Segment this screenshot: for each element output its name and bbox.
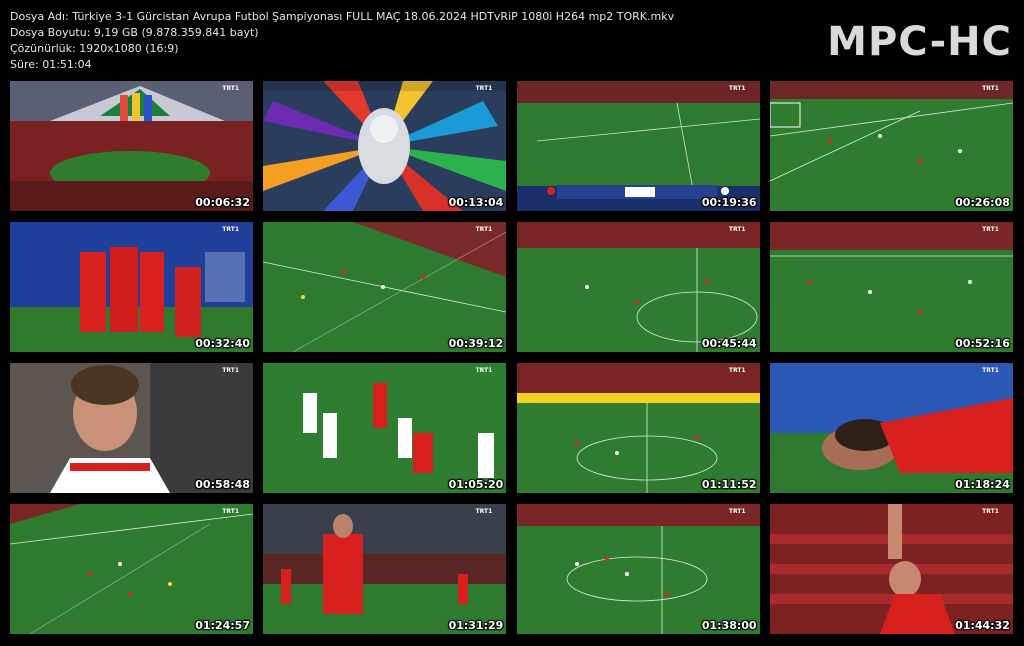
pitch-scene (769, 81, 1013, 211)
thumbnail-9[interactable]: TRT1 00:58:48 (10, 363, 253, 493)
players-scene (263, 363, 507, 493)
thumbnail-4[interactable]: TRT1 00:26:08 (769, 81, 1013, 211)
resolution-line: Çözünürlük: 1920x1080 (16:9) (10, 42, 179, 55)
thumbnail-timestamp: 01:11:52 (701, 478, 757, 491)
channel-tag: TRT1 (222, 508, 239, 515)
channel-tag: TRT1 (222, 226, 239, 233)
channel-tag: TRT1 (728, 226, 746, 233)
stadium-scene (10, 81, 253, 211)
channel-tag: TRT1 (982, 85, 999, 92)
thumbnail-timestamp: 00:39:12 (448, 337, 504, 350)
thumbnail-15[interactable]: TRT1 01:38:00 (516, 504, 760, 634)
pitch-scene (516, 504, 760, 634)
thumbnail-3[interactable]: TRT1 00:19:36 (516, 81, 760, 211)
thumbnail-timestamp: 01:05:20 (448, 478, 504, 491)
thumbnail-timestamp: 00:26:08 (955, 196, 1010, 209)
thumbnail-14[interactable]: TRT1 01:31:29 (263, 504, 507, 634)
thumbnail-timestamp: 01:24:57 (195, 619, 250, 632)
mpc-hc-logo: MPC-HC (827, 19, 1012, 65)
channel-tag: TRT1 (475, 226, 493, 233)
thumbnail-16[interactable]: TRT1 01:44:32 (769, 504, 1013, 634)
thumbnail-8[interactable]: TRT1 00:52:16 (769, 222, 1013, 352)
thumbnail-timestamp: 01:18:24 (955, 478, 1010, 491)
thumbnail-timestamp: 00:19:36 (701, 196, 757, 209)
file-info: Dosya Adı: Türkiye 3-1 Gürcistan Avrupa … (10, 9, 674, 73)
thumbnail-timestamp: 00:32:40 (195, 337, 250, 350)
pitch-scene (516, 81, 760, 211)
channel-tag: TRT1 (982, 226, 999, 233)
pitch-scene (263, 222, 507, 352)
thumbnail-7[interactable]: TRT1 00:45:44 (516, 222, 760, 352)
channel-tag: TRT1 (475, 367, 493, 374)
pitch-scene (10, 504, 253, 634)
file-size-line: Dosya Boyutu: 9,19 GB (9.878.359.841 bay… (10, 26, 259, 39)
thumbnail-timestamp: 00:45:44 (701, 337, 757, 350)
throw-in-scene (263, 504, 507, 634)
thumbnail-13[interactable]: TRT1 01:24:57 (10, 504, 253, 634)
channel-tag: TRT1 (222, 367, 239, 374)
thumbnail-12[interactable]: TRT1 01:18:24 (769, 363, 1013, 493)
thumbnail-11[interactable]: TRT1 01:11:52 (516, 363, 760, 493)
celebration-scene (10, 222, 253, 352)
thumbnail-grid: TRT1 00:06:32 TRT1 00:13:04 TRT1 00:19:3… (10, 81, 1014, 635)
channel-tag: TRT1 (728, 508, 746, 515)
channel-tag: TRT1 (475, 508, 493, 515)
thumbnail-timestamp: 01:31:29 (448, 619, 504, 632)
thumbnail-timestamp: 01:38:00 (701, 619, 757, 632)
crowd-scene (769, 504, 1013, 634)
thumbnail-timestamp: 00:13:04 (448, 196, 504, 209)
channel-tag: TRT1 (728, 367, 746, 374)
thumbnail-timestamp: 00:52:16 (955, 337, 1010, 350)
thumbnail-10[interactable]: TRT1 01:05:20 (263, 363, 507, 493)
thumbnail-timestamp: 00:06:32 (195, 196, 250, 209)
channel-tag: TRT1 (475, 85, 493, 92)
thumbnail-1[interactable]: TRT1 00:06:32 (10, 81, 253, 211)
pitch-scene (769, 222, 1013, 352)
thumbnail-6[interactable]: TRT1 00:39:12 (263, 222, 507, 352)
channel-tag: TRT1 (728, 85, 746, 92)
thumbnail-timestamp: 00:58:48 (195, 478, 250, 491)
thumbnail-timestamp: 01:44:32 (955, 619, 1010, 632)
thumbnail-5[interactable]: TRT1 00:32:40 (10, 222, 253, 352)
channel-tag: TRT1 (222, 85, 239, 92)
thumbnail-2[interactable]: TRT1 00:13:04 (263, 81, 507, 211)
trophy-graphic (263, 81, 507, 211)
file-name-line: Dosya Adı: Türkiye 3-1 Gürcistan Avrupa … (10, 10, 675, 23)
channel-tag: TRT1 (982, 367, 999, 374)
pitch-scene (516, 222, 760, 352)
closeup-scene (10, 363, 253, 493)
pitch-scene (516, 363, 760, 493)
player-down-scene (769, 363, 1013, 493)
channel-tag: TRT1 (982, 508, 999, 515)
contact-sheet: Dosya Adı: Türkiye 3-1 Gürcistan Avrupa … (0, 0, 1024, 646)
duration-line: Süre: 01:51:04 (10, 58, 92, 71)
